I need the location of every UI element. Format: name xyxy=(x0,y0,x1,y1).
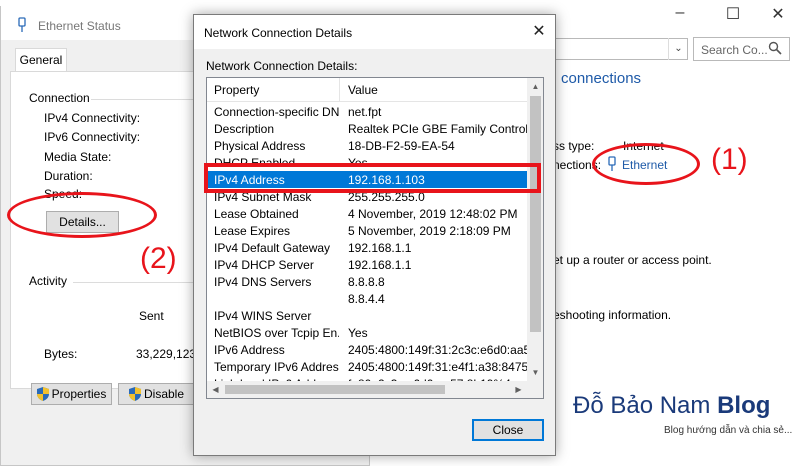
table-row[interactable]: IPv4 DNS Servers 8.8.8.8 xyxy=(207,273,527,290)
annotation-ellipse-ethernet xyxy=(592,143,700,185)
shield-icon xyxy=(36,387,49,401)
properties-button[interactable]: Properties xyxy=(31,383,112,405)
table-row[interactable]: IPv4 Default Gateway 192.168.1.1 xyxy=(207,239,527,256)
property-cell: IPv6 Address xyxy=(214,343,285,357)
bytes-label: Bytes: xyxy=(44,347,78,361)
chevron-down-icon[interactable]: ⌄ xyxy=(668,38,688,60)
value-cell: 4 November, 2019 12:48:02 PM xyxy=(348,207,518,221)
value-cell: 2405:4800:149f:31:2c3c:e6d0:aa57:8 xyxy=(348,343,527,357)
property-cell: Temporary IPv6 Address xyxy=(214,360,339,374)
value-cell: 18-DB-F2-59-EA-54 xyxy=(348,139,455,153)
value-cell: net.fpt xyxy=(348,105,382,119)
table-row[interactable]: Lease Expires 5 November, 2019 2:18:09 PM xyxy=(207,222,527,239)
ipv4-connectivity-label: IPv4 Connectivity: xyxy=(44,111,141,125)
annotation-label-1: (1) xyxy=(711,143,748,176)
annotation-highlight-ipv4 xyxy=(204,163,541,193)
property-cell: Physical Address xyxy=(214,139,306,153)
ipv6-connectivity-label: IPv6 Connectivity: xyxy=(44,130,141,144)
table-row[interactable]: Temporary IPv6 Address 2405:4800:149f:31:… xyxy=(207,358,527,375)
table-row[interactable]: Connection-specific DN... net.fpt xyxy=(207,103,527,120)
value-cell: 8.8.8.8 xyxy=(348,275,385,289)
annotation-label-2: (2) xyxy=(140,242,177,275)
column-header-property[interactable]: Property xyxy=(214,83,259,97)
details-list[interactable]: Property Value Connection-specific DN...… xyxy=(206,77,544,399)
media-state-label: Media State: xyxy=(44,150,112,164)
annotation-ellipse-details xyxy=(7,192,157,238)
minimize-icon[interactable]: – xyxy=(665,4,695,22)
page-heading: connections xyxy=(561,70,642,87)
properties-label: Properties xyxy=(51,387,107,401)
watermark-logo: Đỗ Bảo Nam Blog xyxy=(573,392,770,420)
bytes-sent-value: 33,229,123 xyxy=(136,347,197,361)
sent-label: Sent xyxy=(139,309,164,323)
table-row[interactable]: Description Realtek PCIe GBE Family Contr… xyxy=(207,120,527,137)
ethernet-icon xyxy=(18,17,26,32)
shield-icon xyxy=(128,387,141,401)
property-cell: Description xyxy=(214,122,275,136)
property-cell: IPv4 DHCP Server xyxy=(214,258,314,272)
close-icon[interactable]: ✕ xyxy=(763,4,793,24)
table-row[interactable]: IPv4 WINS Server xyxy=(207,307,527,324)
watermark-brand: Đỗ Bảo Nam xyxy=(573,392,711,419)
setup-router-text[interactable]: et up a router or access point. xyxy=(553,253,712,267)
troubleshoot-text[interactable]: eshooting information. xyxy=(553,308,671,322)
column-header-value[interactable]: Value xyxy=(348,83,378,97)
property-cell: NetBIOS over Tcpip En... xyxy=(214,326,339,340)
table-row[interactable]: IPv4 DHCP Server 192.168.1.1 xyxy=(207,256,527,273)
dialog-title: Network Connection Details xyxy=(204,26,353,40)
table-row[interactable]: IPv6 Address 2405:4800:149f:31:2c3c:e6d0:… xyxy=(207,341,527,358)
value-cell: Yes xyxy=(348,326,368,340)
connection-heading: Connection xyxy=(29,91,90,105)
tab-general[interactable]: General xyxy=(15,48,67,72)
search-icon[interactable] xyxy=(768,41,782,55)
value-cell: Realtek PCIe GBE Family Controller xyxy=(348,122,527,136)
access-type-label: ss type: xyxy=(553,139,595,153)
vertical-scroll-thumb[interactable] xyxy=(530,96,541,332)
activity-heading: Activity xyxy=(29,274,68,288)
disable-button[interactable]: Disable xyxy=(118,383,194,405)
property-cell: IPv4 WINS Server xyxy=(214,309,312,323)
value-cell: 8.8.4.4 xyxy=(348,292,385,306)
horizontal-scroll-thumb[interactable] xyxy=(225,385,445,394)
value-cell: 2405:4800:149f:31:e4f1:a38:8475:ea xyxy=(348,360,527,374)
dialog-titlebar[interactable]: Network Connection Details ✕ xyxy=(194,15,555,49)
table-row[interactable]: Physical Address 18-DB-F2-59-EA-54 xyxy=(207,137,527,154)
scroll-left-icon[interactable]: ◀ xyxy=(207,381,224,398)
property-cell: Connection-specific DN... xyxy=(214,105,339,119)
list-header: Property Value xyxy=(207,78,527,102)
scroll-down-icon[interactable]: ▼ xyxy=(527,364,543,381)
window-title: Ethernet Status xyxy=(38,19,121,33)
property-cell: Lease Expires xyxy=(214,224,291,238)
close-icon[interactable]: ✕ xyxy=(525,19,553,45)
disable-label: Disable xyxy=(143,387,185,401)
duration-label: Duration: xyxy=(44,169,93,183)
scroll-up-icon[interactable]: ▲ xyxy=(527,78,543,95)
table-row[interactable]: 8.8.4.4 xyxy=(207,290,527,307)
column-divider[interactable] xyxy=(339,78,340,102)
maximize-icon[interactable]: ☐ xyxy=(718,4,748,24)
scroll-right-icon[interactable]: ▶ xyxy=(510,381,527,398)
details-list-label: Network Connection Details: xyxy=(206,59,358,73)
close-button[interactable]: Close xyxy=(472,419,544,441)
property-cell: Lease Obtained xyxy=(214,207,299,221)
watermark-brand-bold: Blog xyxy=(717,392,771,419)
value-cell: 192.168.1.1 xyxy=(348,258,412,272)
watermark-tagline: Blog hướng dẫn và chia sẻ... xyxy=(664,425,793,436)
network-connection-details-dialog: Network Connection Details ✕ Network Con… xyxy=(193,14,556,456)
property-cell: IPv4 DNS Servers xyxy=(214,275,312,289)
value-cell: 5 November, 2019 2:18:09 PM xyxy=(348,224,511,238)
table-row[interactable]: Lease Obtained 4 November, 2019 12:48:02 … xyxy=(207,205,527,222)
value-cell: 192.168.1.1 xyxy=(348,241,412,255)
property-cell: IPv4 Default Gateway xyxy=(214,241,331,255)
table-row[interactable]: NetBIOS over Tcpip En... Yes xyxy=(207,324,527,341)
